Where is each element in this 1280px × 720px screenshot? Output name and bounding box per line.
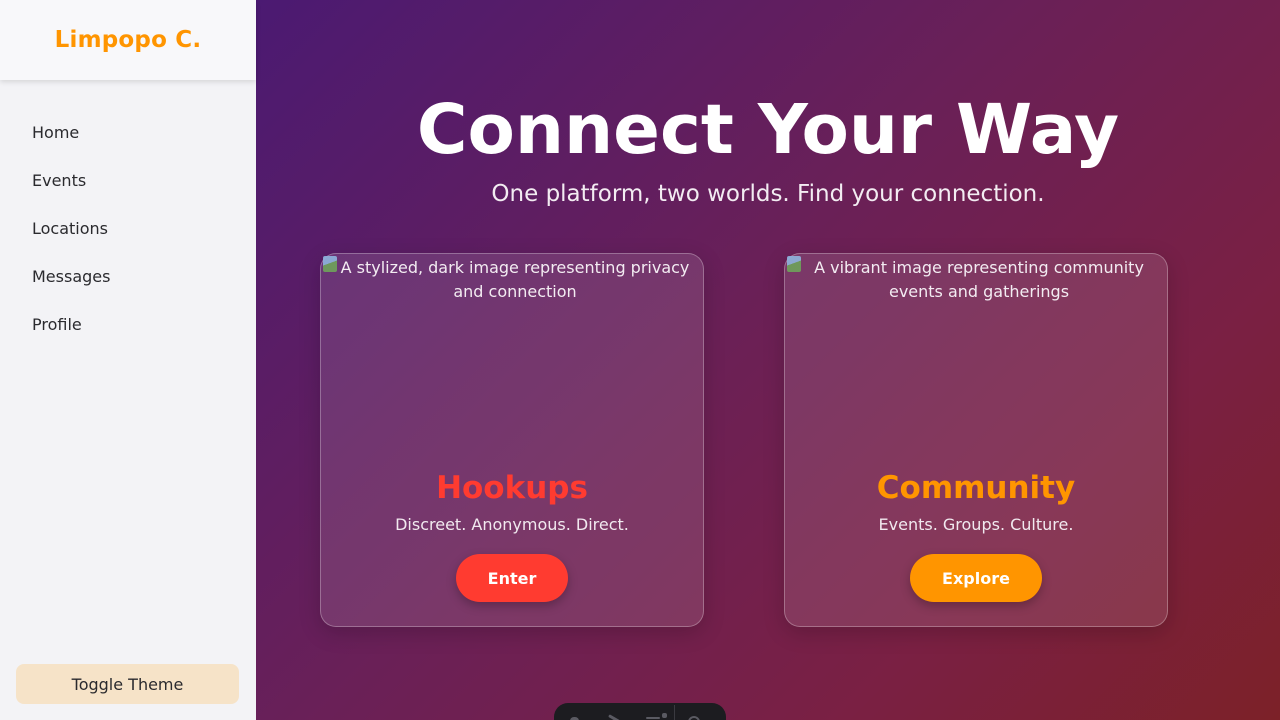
hookups-card-image: A stylized, dark image representing priv… — [321, 254, 703, 444]
sidebar-item-messages[interactable]: Messages — [0, 252, 256, 300]
card-description: Discreet. Anonymous. Direct. — [395, 515, 629, 534]
sidebar: Limpopo C. Home Events Locations Message… — [0, 0, 256, 720]
community-card: A vibrant image representing community e… — [784, 253, 1168, 627]
hero-subtitle: One platform, two worlds. Find your conn… — [491, 181, 1045, 207]
tools-icon[interactable] — [594, 711, 634, 720]
hookups-card: A stylized, dark image representing priv… — [320, 253, 704, 627]
sidebar-item-locations[interactable]: Locations — [0, 204, 256, 252]
menu-icon[interactable] — [634, 711, 674, 720]
floating-toolbar — [554, 703, 726, 720]
brand-header: Limpopo C. — [0, 0, 256, 80]
hero-title: Connect Your Way — [416, 90, 1120, 170]
community-card-image: A vibrant image representing community e… — [785, 254, 1167, 444]
sidebar-item-home[interactable]: Home — [0, 108, 256, 156]
sidebar-nav: Home Events Locations Messages Profile — [0, 80, 256, 348]
settings-icon[interactable] — [675, 711, 715, 720]
card-title: Community — [876, 470, 1076, 506]
explore-button[interactable]: Explore — [910, 554, 1042, 602]
brand-logo-text[interactable]: Limpopo C. — [55, 27, 202, 53]
inspect-icon[interactable] — [554, 711, 594, 720]
toggle-theme-button[interactable]: Toggle Theme — [16, 664, 239, 704]
sidebar-item-events[interactable]: Events — [0, 156, 256, 204]
sidebar-item-profile[interactable]: Profile — [0, 300, 256, 348]
card-title: Hookups — [436, 470, 588, 506]
main-content: Connect Your Way One platform, two world… — [256, 0, 1280, 720]
enter-button[interactable]: Enter — [456, 554, 568, 602]
image-alt-text: A stylized, dark image representing priv… — [340, 258, 690, 301]
image-alt-text: A vibrant image representing community e… — [814, 258, 1144, 301]
card-description: Events. Groups. Culture. — [878, 515, 1074, 534]
